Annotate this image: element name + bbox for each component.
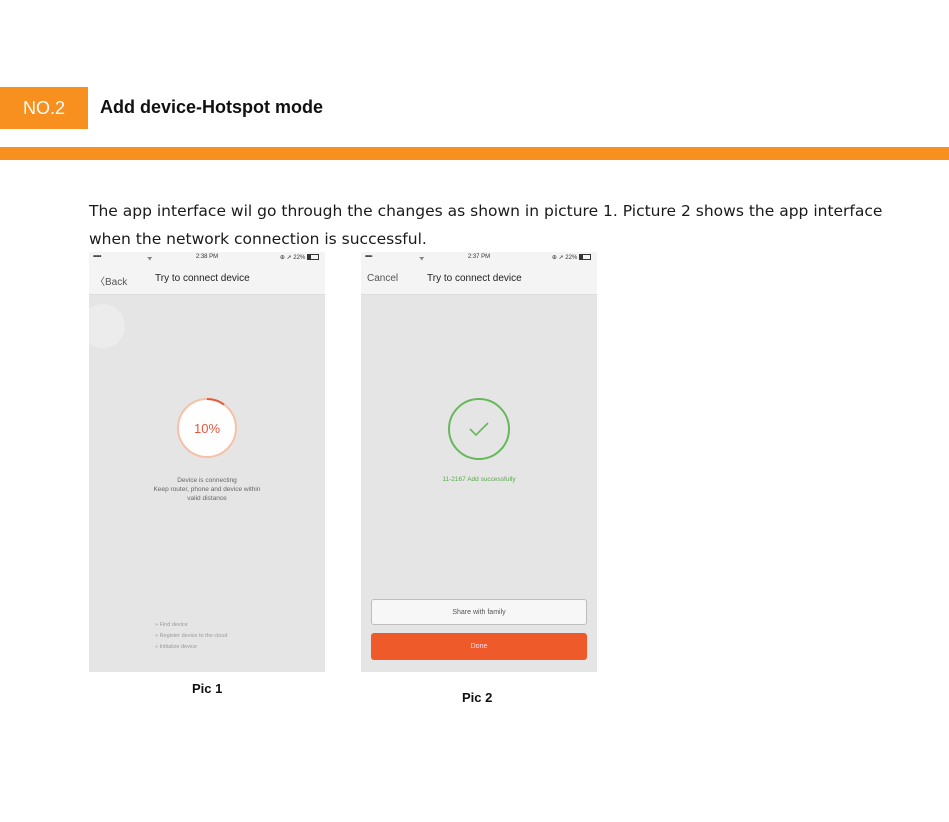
battery-status: ⊕ ➚ 22% [280, 254, 319, 261]
connecting-message-line-2: Keep router, phone and device within [153, 486, 261, 493]
section-title: Add device-Hotspot mode [100, 97, 324, 117]
screenshot-connecting: ••••• ᯤ 2:38 PM ⊕ ➚ 22% 〈Back Try to con… [89, 252, 325, 672]
step-find-device: » Find device [155, 622, 188, 628]
back-button[interactable]: 〈Back [95, 273, 127, 288]
share-with-family-button[interactable]: Share with family [371, 599, 587, 625]
nav-bar: Cancel Try to connect device [361, 264, 597, 295]
intro-paragraph: The app interface wil go through the cha… [89, 202, 883, 248]
checkmark-icon [469, 422, 489, 437]
header-divider-bar [0, 147, 949, 160]
battery-status: ⊕ ➚ 22% [552, 254, 591, 261]
faded-circle-graphic [89, 304, 125, 348]
step-initialize-device: » Initialize device [155, 644, 197, 650]
caption-pic-1: Pic 1 [192, 681, 223, 696]
cancel-button[interactable]: Cancel [367, 273, 398, 284]
status-bar: ••••◦ ᯤ 2:37 PM ⊕ ➚ 22% [361, 252, 597, 264]
section-number-badge: NO.2 [0, 87, 88, 129]
caption-pic-2: Pic 2 [462, 690, 493, 705]
done-button[interactable]: Done [371, 633, 587, 660]
connecting-message-line-3: valid distance [187, 495, 227, 502]
status-bar: ••••• ᯤ 2:38 PM ⊕ ➚ 22% [89, 252, 325, 264]
nav-title: Try to connect device [427, 273, 522, 284]
progress-arc [206, 398, 225, 406]
screenshot-success: ••••◦ ᯤ 2:37 PM ⊕ ➚ 22% Cancel Try to co… [361, 252, 597, 672]
battery-icon [307, 254, 319, 261]
nav-bar: 〈Back Try to connect device [89, 264, 325, 295]
progress-steps-list: » Find device » Register device to the c… [155, 620, 227, 653]
battery-icon [579, 254, 591, 261]
connecting-message-line-1: Device is connecting [177, 477, 237, 484]
nav-title: Try to connect device [155, 273, 250, 284]
step-register-device: » Register device to the cloud [155, 633, 228, 639]
success-check-icon [448, 398, 510, 460]
success-message: 11-2167 Add successfully [442, 476, 516, 483]
